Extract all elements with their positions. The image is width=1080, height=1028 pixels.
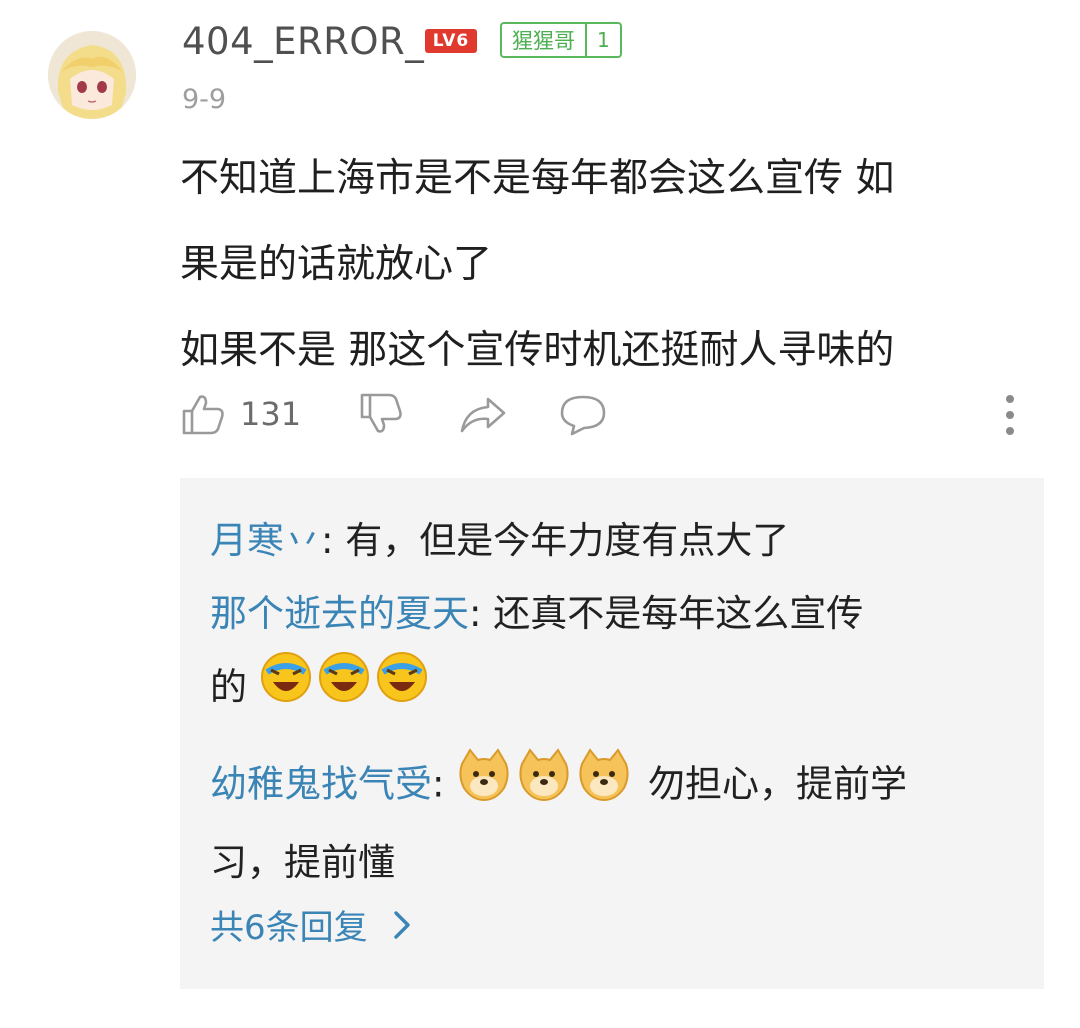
reply-nickname[interactable]: 月寒丷 [210, 519, 321, 562]
avatar-image [48, 31, 136, 119]
more-button[interactable] [1000, 386, 1020, 442]
reply-text-cont: 的 [210, 665, 247, 709]
doge-emoji [516, 746, 572, 826]
comment-line: 果是的话就放心了 [180, 242, 493, 287]
user-avatar[interactable] [48, 31, 136, 119]
laughing-crying-emoji [259, 650, 313, 728]
thumbs-up-icon [182, 395, 224, 435]
comment-actions: 131 [180, 386, 1040, 442]
laughing-crying-emoji [375, 650, 429, 728]
fan-badge-level: 1 [597, 28, 610, 52]
reply-button[interactable] [558, 386, 608, 442]
doge-emoji [456, 746, 512, 826]
view-all-replies-link[interactable]: 共6条回复 [210, 900, 422, 949]
level-badge: LV6 [425, 29, 477, 53]
reply-item[interactable]: 幼稚鬼找气受: 勿担心，提前学 习，提前懂 [210, 746, 1010, 899]
more-replies-label: 共6条回复 [210, 908, 368, 948]
chevron-right-icon [393, 910, 410, 939]
reply-preview-box[interactable]: 月寒丷: 有，但是今年力度有点大了 那个逝去的夏天: 还真不是每年这么宣传 的 … [180, 478, 1044, 989]
reply-text: 勿担心，提前学 [636, 762, 907, 806]
comment-line: 不知道上海市是不是每年都会这么宣传 如 [180, 156, 895, 201]
like-count: 131 [240, 395, 302, 433]
laughing-crying-emoji [317, 650, 371, 728]
fan-badge-name: 猩猩哥 [512, 29, 575, 53]
reply-item[interactable]: 那个逝去的夏天: 还真不是每年这么宣传 的 [210, 577, 1010, 728]
share-icon [460, 397, 506, 433]
share-button[interactable] [458, 386, 508, 442]
comment-date: 9-9 [182, 84, 227, 115]
thumbs-down-icon [360, 393, 402, 433]
more-vertical-icon [1006, 395, 1014, 435]
comment-bubble-icon [560, 395, 606, 436]
reply-nickname[interactable]: 幼稚鬼找气受 [210, 763, 432, 806]
reply-item[interactable]: 月寒丷: 有，但是今年力度有点大了 [210, 504, 1010, 577]
dislike-button[interactable] [358, 386, 404, 442]
reply-text: : 还真不是每年这么宣传 [469, 592, 864, 635]
comment-line: 如果不是 那这个宣传时机还挺耐人寻味的 [180, 328, 895, 373]
doge-emoji [576, 746, 632, 826]
reply-nickname[interactable]: 那个逝去的夏天 [210, 592, 469, 635]
reply-text: : 有，但是今年力度有点大了 [321, 519, 790, 562]
comment-text: 不知道上海市是不是每年都会这么宣传 如 果是的话就放心了 如果不是 那这个宣传时… [180, 136, 1020, 394]
reply-text-cont: 习，提前懂 [210, 841, 395, 884]
like-button[interactable]: 131 [180, 386, 301, 442]
fan-badge[interactable]: 猩猩哥 1 [500, 22, 622, 58]
username[interactable]: 404_ERROR_ [182, 20, 424, 64]
reply-text-prefix: : [432, 762, 457, 806]
